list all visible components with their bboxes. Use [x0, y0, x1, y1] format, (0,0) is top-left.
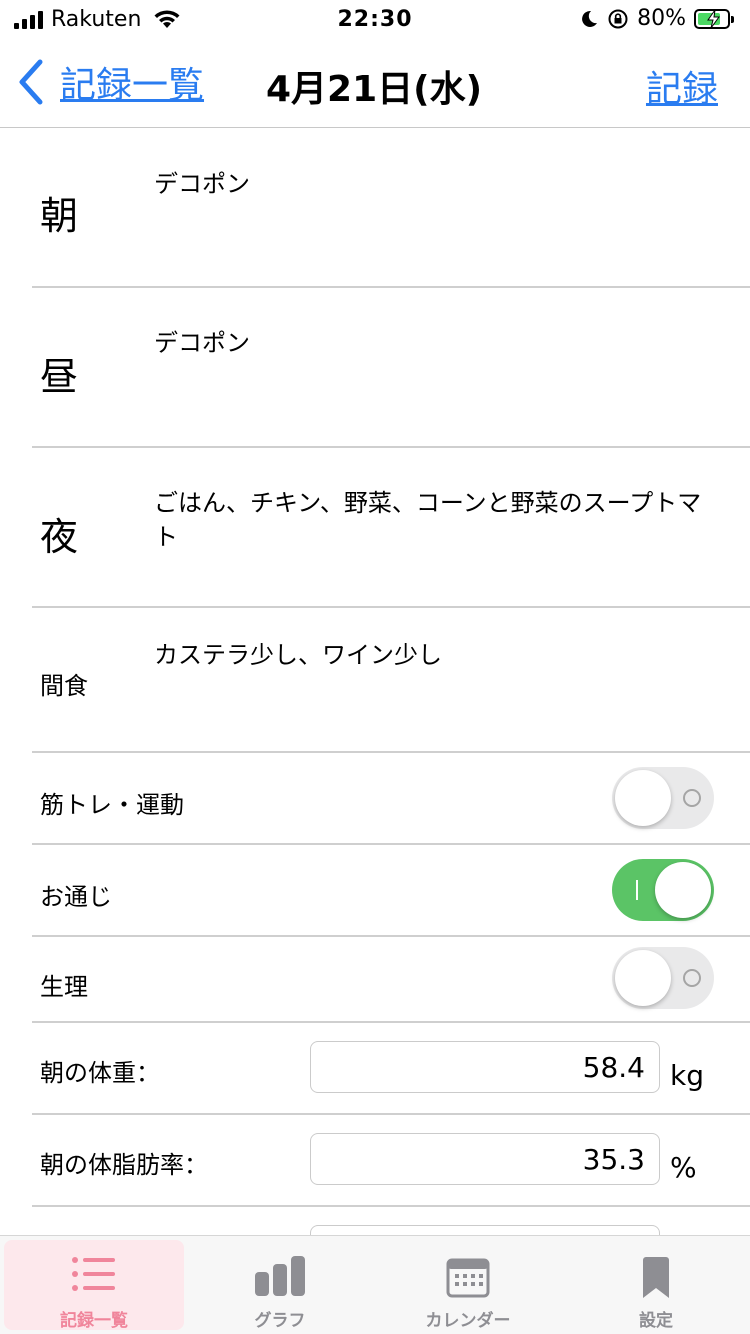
meal-label: 間食	[40, 672, 88, 700]
back-button[interactable]: 記録一覧	[16, 56, 204, 108]
input-row-weight: 朝の体重： kg	[32, 1023, 750, 1115]
tab-graph[interactable]: グラフ	[190, 1240, 370, 1331]
back-label[interactable]: 記録一覧	[60, 56, 204, 108]
toggle-label: 筋トレ・運動	[40, 791, 184, 819]
chevron-left-icon	[19, 59, 43, 105]
input-row-partial	[32, 1207, 750, 1235]
record-form: 朝 デコポン 昼 デコポン 夜 ごはん、チキン、野菜、コーンと野菜のスープトマト…	[0, 129, 750, 1235]
meal-row-snack[interactable]: 間食 カステラ少し、ワイン少し	[32, 608, 750, 753]
toggle-row-period: 生理	[32, 937, 750, 1023]
bowel-toggle[interactable]	[612, 859, 714, 921]
meal-label: 夜	[40, 515, 79, 559]
meal-row-breakfast[interactable]: 朝 デコポン	[32, 129, 750, 288]
moon-icon	[582, 10, 598, 27]
tab-calendar[interactable]: カレンダー	[378, 1240, 558, 1331]
tab-label: 記録一覧	[60, 1311, 128, 1331]
body-fat-input[interactable]	[310, 1133, 660, 1185]
battery-icon	[694, 8, 734, 29]
exercise-toggle[interactable]	[612, 767, 714, 829]
meal-row-dinner[interactable]: 夜 ごはん、チキン、野菜、コーンと野菜のスープトマト	[32, 448, 750, 608]
toggle-label: 生理	[40, 973, 88, 1001]
toggle-row-exercise: 筋トレ・運動	[32, 753, 750, 845]
meal-label: 昼	[40, 355, 79, 399]
calendar-icon	[446, 1258, 490, 1298]
meal-text[interactable]: ごはん、チキン、野菜、コーンと野菜のスープトマト	[154, 486, 720, 554]
meal-label: 朝	[40, 194, 79, 238]
weight-label: 朝の体重：	[40, 1059, 160, 1087]
status-bar: Rakuten 22:30 80%	[0, 0, 750, 42]
body-fat-label: 朝の体脂肪率：	[40, 1151, 208, 1179]
battery-percent: 80%	[637, 6, 686, 31]
toggle-row-bowel: お通じ	[32, 845, 750, 937]
bar-chart-icon	[255, 1256, 305, 1296]
partial-input[interactable]	[310, 1225, 660, 1235]
period-toggle[interactable]	[612, 947, 714, 1009]
bookmark-icon	[643, 1257, 669, 1298]
body-fat-unit: %	[670, 1151, 697, 1184]
meal-text[interactable]: カステラ少し、ワイン少し	[154, 638, 720, 672]
record-button[interactable]: 記録	[646, 60, 718, 112]
tab-label: グラフ	[254, 1311, 306, 1331]
toggle-label: お通じ	[40, 883, 112, 911]
weight-unit: kg	[670, 1059, 704, 1092]
weight-input[interactable]	[310, 1041, 660, 1093]
meal-text[interactable]: デコポン	[154, 326, 720, 360]
tab-settings[interactable]: 設定	[566, 1240, 746, 1331]
page-title: 4月21日(水)	[266, 69, 483, 110]
meal-text[interactable]: デコポン	[154, 167, 720, 201]
input-row-body-fat: 朝の体脂肪率： %	[32, 1115, 750, 1207]
list-icon	[72, 1257, 115, 1291]
rotation-lock-icon	[608, 9, 628, 28]
tab-label: 設定	[639, 1311, 673, 1331]
meal-row-lunch[interactable]: 昼 デコポン	[32, 288, 750, 448]
tab-bar: 記録一覧 グラフ カレンダー 設定	[0, 1235, 750, 1334]
tab-record-list[interactable]: 記録一覧	[4, 1240, 184, 1331]
navigation-bar: 記録一覧 4月21日(水) 記録	[0, 42, 750, 128]
tab-label: カレンダー	[425, 1311, 511, 1331]
